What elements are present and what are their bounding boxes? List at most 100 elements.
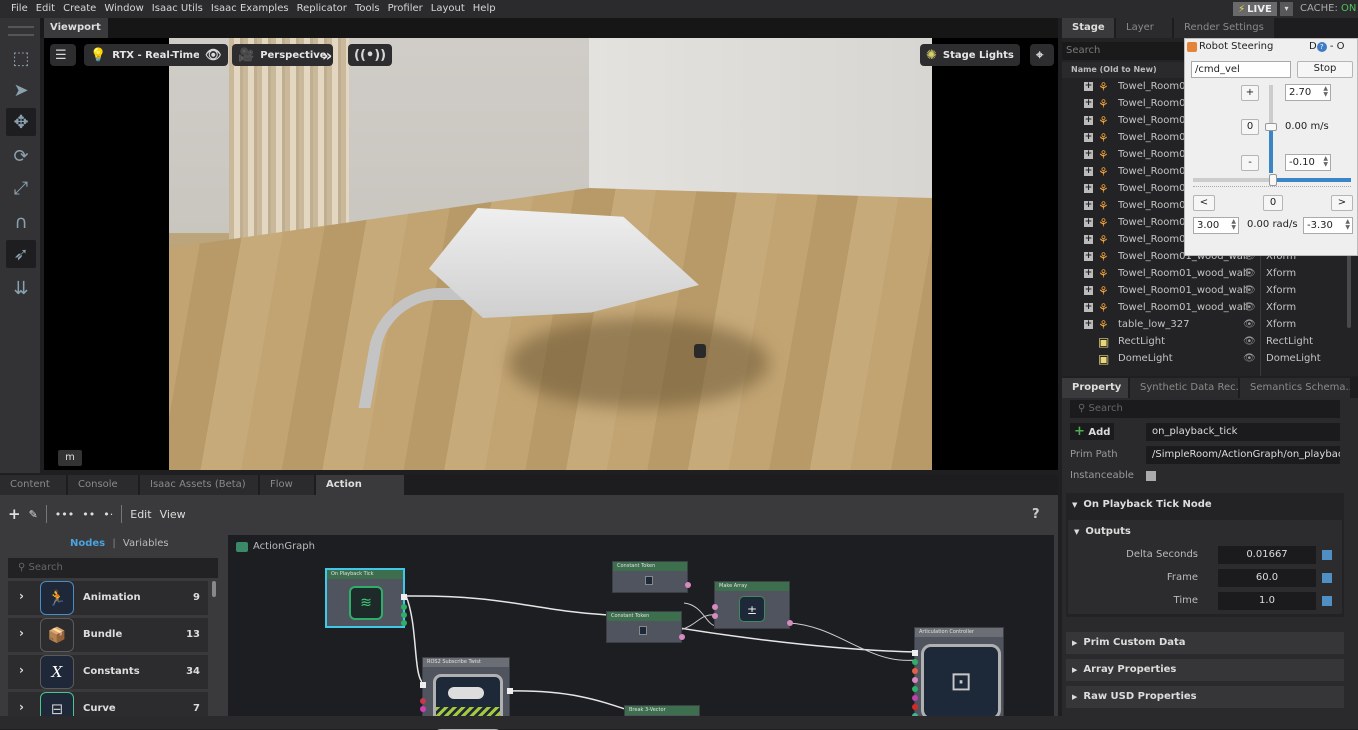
input-pin[interactable] xyxy=(912,695,918,701)
expand-plus-icon[interactable]: + xyxy=(1084,320,1093,329)
output-value[interactable]: 0.01667 xyxy=(1218,546,1316,564)
category-constants[interactable]: › X Constants 34 xyxy=(8,655,208,689)
section-prim-custom-data[interactable]: ▶ Prim Custom Data xyxy=(1066,632,1344,654)
renderer-button[interactable]: 💡 RTX - Real-Time xyxy=(84,44,206,66)
spin-arrows-icon[interactable]: ▲ ▼ xyxy=(1323,86,1328,98)
viewport-settings-button[interactable]: ☰ xyxy=(50,44,76,66)
rotate-icon[interactable]: ⟳ xyxy=(6,142,36,170)
expand-plus-icon[interactable]: + xyxy=(1084,286,1093,295)
menu-replicator[interactable]: Replicator xyxy=(293,0,351,18)
menu-profiler[interactable]: Profiler xyxy=(384,0,427,18)
expand-plus-icon[interactable]: + xyxy=(1084,150,1093,159)
visibility-button[interactable]: 👁 xyxy=(199,44,228,66)
node-on-playback-tick[interactable]: On Playback Tick ≋ xyxy=(325,568,407,628)
input-pin[interactable] xyxy=(712,604,718,610)
chevron-right-icon[interactable]: › xyxy=(19,700,24,714)
spin-arrows-icon[interactable]: ▲ ▼ xyxy=(1231,219,1236,231)
stage-row[interactable]: + ⚘ Towel_Room01_wood_wall 👁 Xform xyxy=(1062,265,1358,282)
scene-render[interactable] xyxy=(169,38,932,470)
menu-tools[interactable]: Tools xyxy=(351,0,384,18)
toolbar-grip-icon[interactable] xyxy=(8,26,34,36)
tab-console[interactable]: Console xyxy=(68,475,138,495)
tab-content[interactable]: Content xyxy=(0,475,66,495)
output-pin[interactable] xyxy=(679,634,685,640)
expand-plus-icon[interactable]: + xyxy=(1084,235,1093,244)
edit-menu[interactable]: Edit xyxy=(130,508,151,521)
visibility-eye-icon[interactable]: 👁 xyxy=(1243,302,1256,313)
menu-isaac-utils[interactable]: Isaac Utils xyxy=(148,0,207,18)
tab-property[interactable]: Property xyxy=(1062,378,1128,398)
layout-dots-2-icon[interactable]: •• xyxy=(82,508,95,521)
section-array-properties[interactable]: ▶ Array Properties xyxy=(1066,659,1344,681)
viewport[interactable]: ☰ 💡 RTX - Real-Time 👁 🎥 Perspective » ((•)… xyxy=(44,38,1058,470)
output-value[interactable]: 1.0 xyxy=(1218,592,1316,610)
max-angular-spinbox[interactable]: 3.00 ▲ ▼ xyxy=(1193,217,1239,234)
spin-arrows-icon[interactable]: ▲ ▼ xyxy=(1323,156,1328,168)
output-pin[interactable] xyxy=(401,612,407,618)
chevron-right-icon[interactable]: › xyxy=(19,589,24,603)
node-list-scrollbar[interactable] xyxy=(212,581,216,597)
chevron-right-icon[interactable]: › xyxy=(19,626,24,640)
stage-lights-button[interactable]: ✺ Stage Lights xyxy=(920,44,1020,66)
move-icon[interactable]: ✥ xyxy=(6,108,36,136)
graph-canvas[interactable]: ActionGraph On Playback Tick ≋ Constant … xyxy=(228,535,1054,730)
node-constant-token-1[interactable]: Constant Token xyxy=(612,561,691,593)
output-pin-square[interactable] xyxy=(1322,550,1332,560)
broadcast-button[interactable]: ((•)) xyxy=(348,44,393,66)
edit-pencil-icon[interactable]: ✎ xyxy=(29,508,38,521)
output-pin[interactable] xyxy=(787,620,793,626)
min-angular-spinbox[interactable]: -3.30 ▲ ▼ xyxy=(1303,217,1353,234)
output-pin[interactable] xyxy=(685,582,691,588)
visibility-eye-icon[interactable]: 👁 xyxy=(1243,336,1256,347)
live-button[interactable]: ⚡ LIVE xyxy=(1233,2,1277,16)
expand-plus-icon[interactable]: + xyxy=(1084,252,1093,261)
expand-plus-icon[interactable]: + xyxy=(1084,269,1093,278)
add-button[interactable]: + Add xyxy=(1070,423,1114,440)
expand-plus-icon[interactable]: + xyxy=(1084,218,1093,227)
close-controls[interactable]: - O xyxy=(1330,41,1345,52)
expand-plus-icon[interactable]: + xyxy=(1084,99,1093,108)
stop-button[interactable]: Stop xyxy=(1297,61,1353,78)
tab-render-settings[interactable]: Render Settings xyxy=(1174,18,1274,38)
tab-action-graph[interactable]: Action Graph xyxy=(316,475,404,510)
tab-isaac-assets[interactable]: Isaac Assets (Beta) xyxy=(140,475,258,495)
layout-dots-icon[interactable]: ••• xyxy=(55,508,74,521)
topic-input[interactable]: /cmd_vel xyxy=(1191,61,1291,78)
help-icon[interactable]: ? xyxy=(1316,42,1327,52)
exec-input-pin[interactable] xyxy=(420,682,426,688)
linear-velocity-slider[interactable] xyxy=(1265,85,1277,173)
stage-row[interactable]: + ⚘ Towel_Room01_wood_wall 👁 Xform xyxy=(1062,299,1358,316)
input-pin[interactable] xyxy=(912,704,918,710)
angular-slider-handle[interactable] xyxy=(1269,174,1277,186)
node-search-input[interactable]: ⚲ Search xyxy=(8,558,218,578)
prim-path-input[interactable]: /SimpleRoom/ActionGraph/on_playback_ xyxy=(1146,446,1340,464)
units-button[interactable]: m xyxy=(58,450,82,466)
tab-stage[interactable]: Stage xyxy=(1062,18,1114,38)
tab-variables[interactable]: Variables xyxy=(123,538,169,549)
spin-arrows-icon[interactable]: ▲ ▼ xyxy=(1345,219,1350,231)
scene-robot[interactable] xyxy=(694,344,706,358)
output-pin-square[interactable] xyxy=(1322,596,1332,606)
node-constant-token-2[interactable]: Constant Token xyxy=(606,611,685,643)
expand-plus-icon[interactable]: + xyxy=(1084,133,1093,142)
increase-linear-button[interactable]: + xyxy=(1241,85,1259,101)
tab-nodes[interactable]: Nodes xyxy=(70,538,105,549)
add-node-icon[interactable]: + xyxy=(8,505,21,523)
visibility-eye-icon[interactable]: 👁 xyxy=(1243,285,1256,296)
input-pin[interactable] xyxy=(420,706,426,712)
stage-row[interactable]: ▣ RectLight 👁 RectLight xyxy=(1062,333,1358,350)
input-pin[interactable] xyxy=(912,668,918,674)
output-value[interactable]: 60.0 xyxy=(1218,569,1316,587)
visibility-eye-icon[interactable]: 👁 xyxy=(1243,268,1256,279)
linear-slider-handle[interactable] xyxy=(1265,123,1277,131)
select-mode-icon[interactable]: ⬚ xyxy=(6,44,36,72)
menu-window[interactable]: Window xyxy=(100,0,147,18)
visibility-eye-icon[interactable]: 👁 xyxy=(1243,353,1256,364)
menu-isaac-examples[interactable]: Isaac Examples xyxy=(207,0,293,18)
section-on-playback-tick-node[interactable]: ▼ On Playback Tick Node xyxy=(1066,494,1344,516)
snap-magnet-icon[interactable]: ∩ xyxy=(6,208,36,236)
stage-row[interactable]: ▣ DomeLight 👁 DomeLight xyxy=(1062,350,1358,367)
turn-left-button[interactable]: < xyxy=(1193,195,1215,211)
section-raw-usd-properties[interactable]: ▶ Raw USD Properties xyxy=(1066,686,1344,708)
expand-plus-icon[interactable]: + xyxy=(1084,201,1093,210)
